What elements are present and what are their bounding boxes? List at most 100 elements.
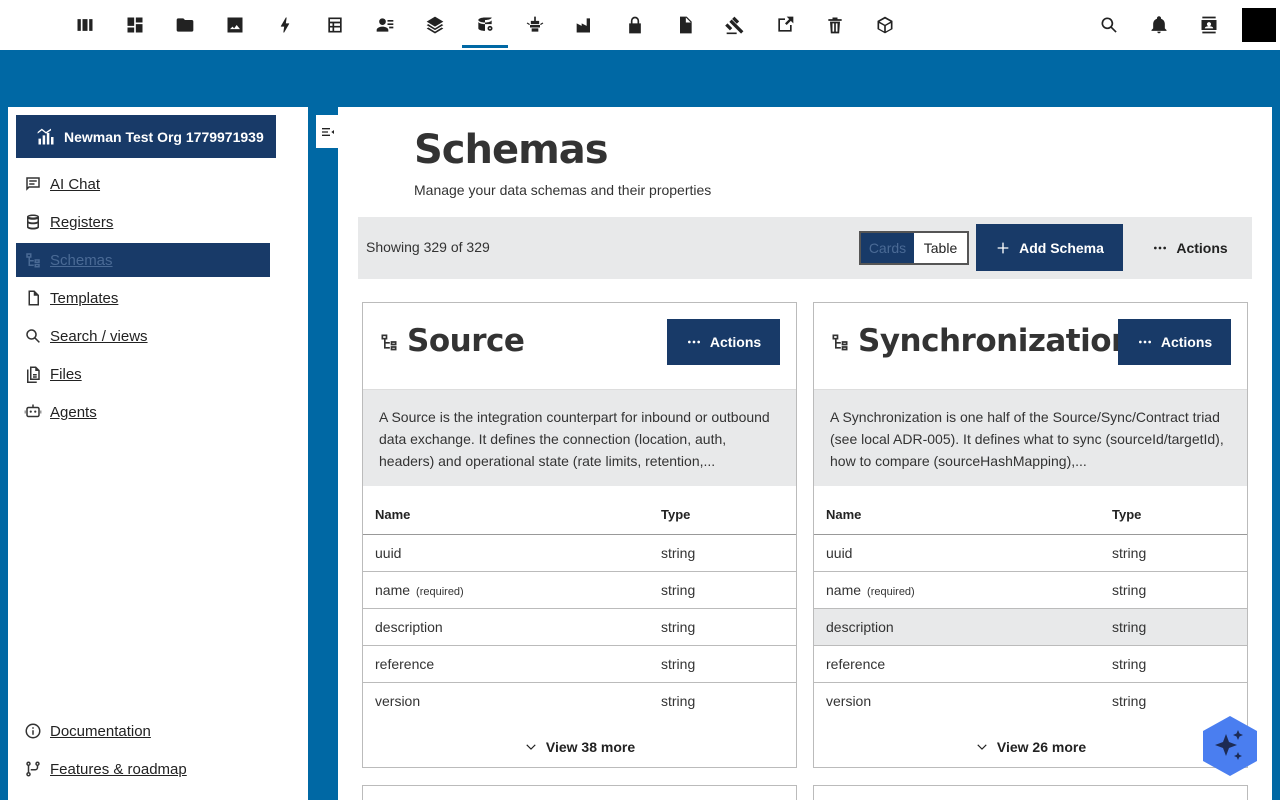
view-more-label: View 38 more bbox=[545, 739, 636, 755]
app-trash[interactable] bbox=[810, 0, 860, 50]
ai-assistant-button[interactable] bbox=[1203, 716, 1257, 776]
files-icon bbox=[27, 366, 40, 383]
sidebar-item-documentation[interactable]: Documentation bbox=[16, 712, 270, 750]
table-row[interactable]: uuid string bbox=[363, 534, 796, 572]
property-name: version bbox=[814, 682, 1100, 719]
app-gavel[interactable] bbox=[710, 0, 760, 50]
property-type: string bbox=[1100, 608, 1247, 646]
view-more-button[interactable]: View 26 more bbox=[814, 739, 1247, 755]
sidebar-item-label: Search / views bbox=[50, 327, 148, 345]
app-database-cog[interactable] bbox=[460, 0, 510, 50]
collapse-menu-icon bbox=[322, 127, 334, 136]
table-row[interactable]: reference string bbox=[814, 645, 1247, 683]
sidebar-item-registers[interactable]: Registers bbox=[16, 203, 270, 241]
roadmap-icon bbox=[26, 761, 40, 777]
view-mode-toggle: Cards Table bbox=[859, 231, 969, 265]
property-type: string bbox=[1100, 645, 1247, 683]
toolbar-actions-label: Actions bbox=[1176, 239, 1228, 256]
export-box-icon bbox=[778, 16, 794, 32]
app-document[interactable] bbox=[660, 0, 710, 50]
sidebar-collapse-button[interactable] bbox=[316, 115, 340, 148]
app-export-box[interactable] bbox=[760, 0, 810, 50]
page-subtitle: Manage your data schemas and their prope… bbox=[414, 182, 712, 198]
column-header-type: Type bbox=[1100, 486, 1247, 535]
property-name: reference bbox=[363, 645, 649, 683]
property-name: version bbox=[363, 682, 649, 719]
property-name-text: version bbox=[826, 692, 872, 709]
bell-icon bbox=[1151, 16, 1167, 34]
table-row[interactable]: uuid string bbox=[814, 534, 1247, 572]
schema-card bbox=[362, 785, 797, 800]
chart-hand-icon bbox=[37, 128, 54, 144]
chat-icon bbox=[26, 177, 40, 191]
app-calendar-table[interactable] bbox=[310, 0, 360, 50]
sidebar-item-schemas[interactable]: Schemas bbox=[16, 243, 270, 277]
app-lightning[interactable] bbox=[260, 0, 310, 50]
dashboard-columns-icon bbox=[77, 19, 93, 31]
notifications-button[interactable] bbox=[1134, 0, 1184, 50]
database-icon bbox=[27, 214, 39, 230]
sidebar-item-label: Schemas bbox=[50, 251, 113, 269]
search-button[interactable] bbox=[1084, 0, 1134, 50]
organisation-switcher-button[interactable]: Newman Test Org 1779971939 bbox=[16, 115, 276, 158]
plus-icon bbox=[997, 242, 1009, 253]
table-row[interactable]: version string bbox=[814, 682, 1247, 719]
table-row[interactable]: name (required) string bbox=[814, 571, 1247, 609]
sidebar-item-label: Registers bbox=[50, 213, 114, 231]
schema-card-title: Source bbox=[407, 323, 525, 359]
table-row[interactable]: name (required) string bbox=[363, 571, 796, 609]
app-image[interactable] bbox=[210, 0, 260, 50]
result-count: Showing 329 of 329 bbox=[366, 239, 490, 255]
app-lock[interactable] bbox=[610, 0, 660, 50]
sidebar-item-label: Files bbox=[50, 365, 82, 383]
table-header-row: Name Type bbox=[363, 486, 796, 535]
view-cards-option[interactable]: Cards bbox=[861, 233, 914, 263]
app-dashboard-columns[interactable] bbox=[60, 0, 110, 50]
top-right-actions bbox=[1084, 0, 1280, 50]
app-bug[interactable] bbox=[510, 0, 560, 50]
toolbar-actions-button[interactable]: Actions bbox=[1140, 224, 1240, 271]
dots-horizontal-icon bbox=[1154, 246, 1167, 249]
schema-card-title: Synchronization bbox=[858, 323, 1133, 359]
contacts-menu-button[interactable] bbox=[1184, 0, 1234, 50]
schema-card-header: Source Actions bbox=[363, 303, 796, 390]
sidebar-item-files[interactable]: Files bbox=[16, 355, 270, 393]
app-layers[interactable] bbox=[410, 0, 460, 50]
sidebar-item-search-views[interactable]: Search / views bbox=[16, 317, 270, 355]
table-row[interactable]: description string bbox=[814, 608, 1247, 646]
sidebar-item-ai-chat[interactable]: AI Chat bbox=[16, 165, 270, 203]
schema-card bbox=[813, 785, 1248, 800]
sidebar-item-templates[interactable]: Templates bbox=[16, 279, 270, 317]
sidebar-item-features-roadmap[interactable]: Features & roadmap bbox=[16, 750, 270, 788]
add-schema-button[interactable]: Add Schema bbox=[976, 224, 1123, 271]
schema-card-actions-button[interactable]: Actions bbox=[667, 319, 780, 365]
add-schema-label: Add Schema bbox=[1019, 239, 1104, 256]
sidebar-item-agents[interactable]: Agents bbox=[16, 393, 270, 431]
user-avatar[interactable] bbox=[1242, 8, 1276, 42]
app-factory[interactable] bbox=[560, 0, 610, 50]
schema-card-actions-button[interactable]: Actions bbox=[1118, 319, 1231, 365]
app-contacts[interactable] bbox=[360, 0, 410, 50]
gavel-icon bbox=[725, 16, 744, 35]
view-table-option[interactable]: Table bbox=[914, 233, 967, 263]
dots-horizontal-icon bbox=[1138, 340, 1151, 344]
property-name: uuid bbox=[814, 534, 1100, 572]
sidebar-item-label: Templates bbox=[50, 289, 119, 307]
app-grid[interactable] bbox=[110, 0, 160, 50]
table-row[interactable]: version string bbox=[363, 682, 796, 719]
table-row[interactable]: reference string bbox=[363, 645, 796, 683]
sidebar-item-label: Agents bbox=[50, 403, 97, 421]
schema-card-synchronization: Synchronization Actions A Synchronizatio… bbox=[813, 302, 1248, 768]
sidebar-item-label: Features & roadmap bbox=[50, 760, 187, 778]
page-title: Schemas bbox=[414, 127, 609, 173]
table-row[interactable]: description string bbox=[363, 608, 796, 646]
property-name-text: description bbox=[375, 618, 443, 635]
app-folder[interactable] bbox=[160, 0, 210, 50]
required-tag: (required) bbox=[867, 585, 915, 598]
property-type: string bbox=[1100, 534, 1247, 572]
schema-icon bbox=[26, 253, 40, 268]
view-more-button[interactable]: View 38 more bbox=[363, 739, 796, 755]
schema-properties-table: Name Type uuid string name (required) str… bbox=[814, 486, 1247, 719]
app-cube[interactable] bbox=[860, 0, 910, 50]
property-name: uuid bbox=[363, 534, 649, 572]
